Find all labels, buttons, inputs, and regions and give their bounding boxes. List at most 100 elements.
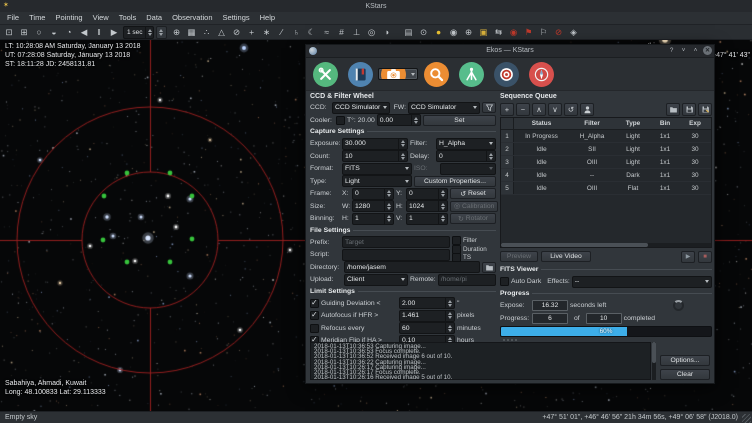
- comets-icon[interactable]: ∕: [275, 26, 289, 38]
- file-option-filter[interactable]: Filter: [452, 237, 496, 244]
- satellites-icon[interactable]: ∗: [260, 26, 274, 38]
- red-flag-icon[interactable]: ⚑: [522, 26, 536, 38]
- log-scrollbar[interactable]: [652, 342, 656, 380]
- eye-icon[interactable]: ◉: [447, 26, 461, 38]
- live-video-button[interactable]: Live Video: [541, 251, 591, 262]
- save-sequence-button[interactable]: [682, 103, 696, 116]
- filter-wheel-select[interactable]: CCD Simulator: [408, 102, 480, 114]
- globe-icon[interactable]: ◒: [47, 26, 61, 38]
- log-view[interactable]: 2018-01-13T10:36:53 Capturing image...20…: [310, 342, 651, 380]
- menu-help[interactable]: Help: [255, 12, 280, 24]
- frame-y-input[interactable]: 0: [406, 188, 448, 200]
- remove-job-button[interactable]: −: [516, 103, 530, 116]
- sequence-row-5[interactable]: 5IdleOIIIFlat1x130: [501, 182, 711, 195]
- do-not-track-icon[interactable]: ⊘: [552, 26, 566, 38]
- clock-icon[interactable]: ◔: [62, 26, 76, 38]
- time-step-spin-arrows[interactable]: [145, 27, 152, 38]
- menu-settings[interactable]: Settings: [218, 12, 255, 24]
- planets-icon[interactable]: ♄: [290, 26, 304, 38]
- tab-focus[interactable]: [419, 59, 453, 89]
- help-button[interactable]: ?: [667, 46, 676, 55]
- lock-icon[interactable]: ◈: [567, 26, 581, 38]
- filter-manager-button[interactable]: [482, 102, 496, 113]
- zoom-box-icon[interactable]: ⊞: [17, 26, 31, 38]
- type-select[interactable]: Light: [342, 175, 412, 187]
- prefix-input[interactable]: Target: [342, 236, 450, 248]
- milkyway-icon[interactable]: ≈: [320, 26, 334, 38]
- exposure-input[interactable]: 30.000: [342, 138, 408, 150]
- sequence-hscrollbar[interactable]: [501, 243, 711, 247]
- tab-scheduler[interactable]: [343, 59, 377, 89]
- menu-tools[interactable]: Tools: [114, 12, 142, 24]
- horizon-icon[interactable]: ⊥: [350, 26, 364, 38]
- set-temperature-button[interactable]: Set: [423, 115, 496, 126]
- menu-pointing[interactable]: Pointing: [50, 12, 87, 24]
- time-stop-icon[interactable]: ‖: [92, 26, 106, 38]
- limit-checkbox-1[interactable]: [310, 311, 319, 320]
- options-button[interactable]: Options...: [660, 355, 710, 366]
- sequence-row-4[interactable]: 4Idle--Dark1x130: [501, 169, 711, 182]
- delay-input[interactable]: 0: [436, 150, 496, 162]
- limit-value-2[interactable]: 60: [399, 322, 455, 334]
- whats-interesting-icon[interactable]: ▤: [402, 26, 416, 38]
- time-forward-icon[interactable]: ▶: [107, 26, 121, 38]
- limit-checkbox-0[interactable]: [310, 299, 319, 308]
- stars-toggle-icon[interactable]: ∴: [200, 26, 214, 38]
- lock-position-icon[interactable]: ▣: [477, 26, 491, 38]
- bulb-icon[interactable]: ●: [432, 26, 446, 38]
- coordinate-grid-icon[interactable]: #: [335, 26, 349, 38]
- script-input[interactable]: [342, 249, 450, 261]
- upload-mode-select[interactable]: Client: [344, 274, 408, 286]
- tab-setup[interactable]: [308, 59, 342, 89]
- moon-icon[interactable]: ☾: [305, 26, 319, 38]
- menu-view[interactable]: View: [88, 12, 114, 24]
- cooler-checkbox[interactable]: [336, 116, 345, 125]
- queue-all-jobs-button[interactable]: [580, 103, 594, 116]
- time-widget-icon[interactable]: ⊙: [417, 26, 431, 38]
- dome-icon[interactable]: ◉: [507, 26, 521, 38]
- custom-properties-button[interactable]: Custom Properties...: [414, 176, 496, 187]
- ekos-titlebar[interactable]: Ekos — KStars ?˅˄✕: [306, 45, 714, 58]
- close-button[interactable]: ✕: [703, 46, 712, 55]
- frame-reset-button[interactable]: ↺Reset: [450, 188, 496, 199]
- size-h-input[interactable]: 1024: [406, 200, 448, 212]
- browse-directory-button[interactable]: [482, 262, 496, 273]
- clear-log-button[interactable]: Clear: [660, 369, 710, 380]
- sky-image-icon[interactable]: ▦: [185, 26, 199, 38]
- time-step-input[interactable]: 1 sec: [123, 26, 154, 39]
- log-splitter-handle[interactable]: [306, 338, 714, 341]
- gray-flag-icon[interactable]: ⚐: [537, 26, 551, 38]
- directory-input[interactable]: /home/jasem: [344, 261, 480, 273]
- format-select[interactable]: FITS: [342, 163, 412, 175]
- limit-value-0[interactable]: 2.00: [399, 297, 455, 309]
- temp-setpoint-input[interactable]: 0.00: [377, 114, 421, 126]
- reset-queue-button[interactable]: ↺: [564, 103, 578, 116]
- tab-align[interactable]: [524, 59, 558, 89]
- sequence-row-3[interactable]: 3IdleOIIILight1x130: [501, 156, 711, 169]
- bin-v-input[interactable]: 1: [406, 213, 448, 225]
- menu-time[interactable]: Time: [24, 12, 50, 24]
- move-job-up-button[interactable]: ∧: [532, 103, 546, 116]
- limit-value-1[interactable]: 1.461: [399, 310, 455, 322]
- filter-select[interactable]: H_Alpha: [436, 138, 496, 150]
- menu-data[interactable]: Data: [141, 12, 167, 24]
- auto-dark-checkbox[interactable]: [500, 277, 509, 286]
- move-job-down-button[interactable]: ∨: [548, 103, 562, 116]
- open-sequence-button[interactable]: [666, 103, 680, 116]
- asteroids-icon[interactable]: +: [245, 26, 259, 38]
- ccd-select[interactable]: CCD Simulator: [332, 102, 390, 114]
- minimize-button[interactable]: ˅: [679, 46, 688, 55]
- file-option-ts[interactable]: TS: [452, 254, 496, 261]
- save-sequence-as-button[interactable]: [698, 103, 712, 116]
- sequence-row-1[interactable]: 1In ProgressH_AlphaLight1x130: [501, 130, 711, 143]
- menu-observation[interactable]: Observation: [167, 12, 217, 24]
- size-w-input[interactable]: 1280: [352, 200, 394, 212]
- tab-guide[interactable]: [489, 59, 523, 89]
- time-unit-stepper[interactable]: [156, 26, 167, 39]
- start-sequence-button[interactable]: ▶: [681, 251, 695, 263]
- tab-mount[interactable]: [454, 59, 488, 89]
- center-telescope-icon[interactable]: ⊕: [462, 26, 476, 38]
- find-object-icon[interactable]: ⊡: [2, 26, 16, 38]
- resize-grip[interactable]: [742, 414, 751, 423]
- flip-view-icon[interactable]: ⇆: [492, 26, 506, 38]
